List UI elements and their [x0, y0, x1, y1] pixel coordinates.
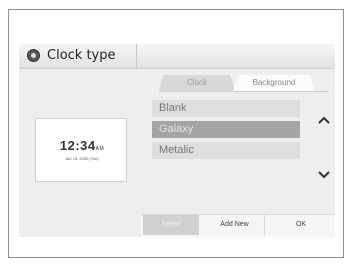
title-divider	[136, 44, 137, 68]
page-title: Clock type	[47, 48, 116, 63]
chevron-down-icon	[318, 171, 330, 179]
list-item-galaxy[interactable]: Galaxy	[152, 121, 300, 138]
ok-button[interactable]: OK	[269, 215, 333, 235]
tab-underline	[159, 91, 329, 92]
chevron-up-icon	[318, 116, 330, 124]
add-new-button[interactable]: Add New	[205, 215, 265, 235]
preview-time-value: 12:34	[59, 138, 96, 153]
tab-background[interactable]: Background	[233, 75, 315, 92]
clock-type-screen: Clock type Clock Background 12:34AM Jan …	[19, 44, 335, 237]
preview-time: 12:34AM	[36, 138, 128, 153]
tab-clock[interactable]: Clock	[159, 75, 235, 91]
scroll-down-button[interactable]	[317, 168, 331, 182]
title-bar: Clock type	[19, 44, 335, 69]
scroll-up-button[interactable]	[317, 113, 331, 127]
preview-time-suffix: AM	[95, 146, 105, 152]
list-item-metalic[interactable]: Metalic	[152, 142, 300, 159]
clock-preview: 12:34AM Jan 15, 2030 (Tue)	[35, 118, 127, 182]
list-item-blank[interactable]: Blank	[152, 100, 300, 117]
gear-icon	[27, 49, 40, 62]
select-button[interactable]: Select	[143, 215, 199, 235]
preview-date: Jan 15, 2030 (Tue)	[65, 156, 99, 161]
